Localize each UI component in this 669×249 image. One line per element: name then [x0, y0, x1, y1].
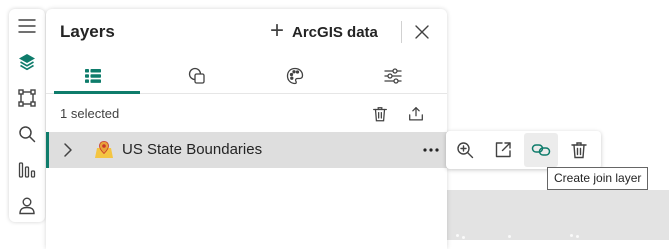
map-feature-dot [576, 235, 579, 238]
delete-selected-button[interactable] [367, 101, 393, 127]
tab-basemap[interactable] [150, 59, 244, 93]
search-button[interactable] [9, 119, 45, 149]
share-upload-icon [409, 107, 423, 121]
tool-rail [9, 9, 45, 222]
tooltip: Create join layer [547, 167, 649, 190]
map-feature-dot [508, 235, 511, 238]
tab-layer-list[interactable] [46, 59, 140, 94]
map-feature-dot [456, 234, 459, 237]
share-selected-button[interactable] [403, 101, 429, 127]
search-icon [19, 126, 36, 143]
select-button[interactable] [9, 83, 45, 113]
panel-tabs [46, 59, 447, 94]
selection-box-icon [18, 89, 36, 107]
list-icon [85, 69, 101, 83]
create-join-layer-button[interactable] [524, 133, 558, 167]
zoom-in-icon [457, 142, 474, 159]
selected-indicator [46, 132, 49, 168]
trash-icon [571, 142, 587, 159]
delete-layer-button[interactable] [562, 133, 596, 167]
expand-layer-button[interactable] [58, 140, 78, 160]
menu-button[interactable] [9, 11, 45, 41]
hamburger-menu-icon [18, 19, 36, 33]
trash-icon [373, 107, 387, 122]
tab-styles[interactable] [248, 59, 342, 93]
tab-filters[interactable] [346, 59, 440, 93]
layers-button[interactable] [9, 47, 45, 77]
selected-count: 1 selected [60, 106, 120, 121]
plus-icon: + [270, 16, 285, 44]
layers-stack-icon [19, 54, 35, 71]
open-external-icon [495, 142, 511, 158]
bar-chart-icon [18, 162, 36, 178]
map-feature-dot [462, 236, 465, 239]
account-button[interactable] [9, 191, 45, 221]
header-divider [401, 21, 402, 43]
layer-options-button[interactable] [420, 140, 442, 160]
sliders-icon [384, 68, 402, 84]
layer-list-item[interactable]: US State Boundaries [46, 132, 447, 168]
analysis-button[interactable] [9, 155, 45, 185]
add-arcgis-data-button[interactable]: + ArcGIS data [270, 16, 378, 45]
map-canvas[interactable] [446, 190, 669, 240]
layer-actions-toolbar [446, 131, 601, 169]
selection-bar: 1 selected [46, 101, 447, 127]
layers-panel: Layers + ArcGIS data 1 selected US State… [46, 9, 447, 249]
panel-title: Layers [60, 22, 115, 41]
palette-icon [286, 67, 304, 85]
map-pin-layer-icon [95, 141, 113, 158]
overlapping-shapes-icon [188, 67, 205, 84]
layer-name: US State Boundaries [122, 141, 263, 158]
link-icon [531, 144, 551, 156]
add-data-label: ArcGIS data [292, 23, 378, 41]
map-feature-dot [570, 234, 573, 237]
zoom-to-layer-button[interactable] [448, 133, 482, 167]
chevron-right-icon [64, 143, 72, 157]
person-icon [19, 197, 35, 215]
more-horizontal-icon [423, 148, 439, 152]
open-layer-button[interactable] [486, 133, 520, 167]
close-panel-button[interactable] [410, 20, 434, 44]
close-icon [415, 25, 429, 39]
